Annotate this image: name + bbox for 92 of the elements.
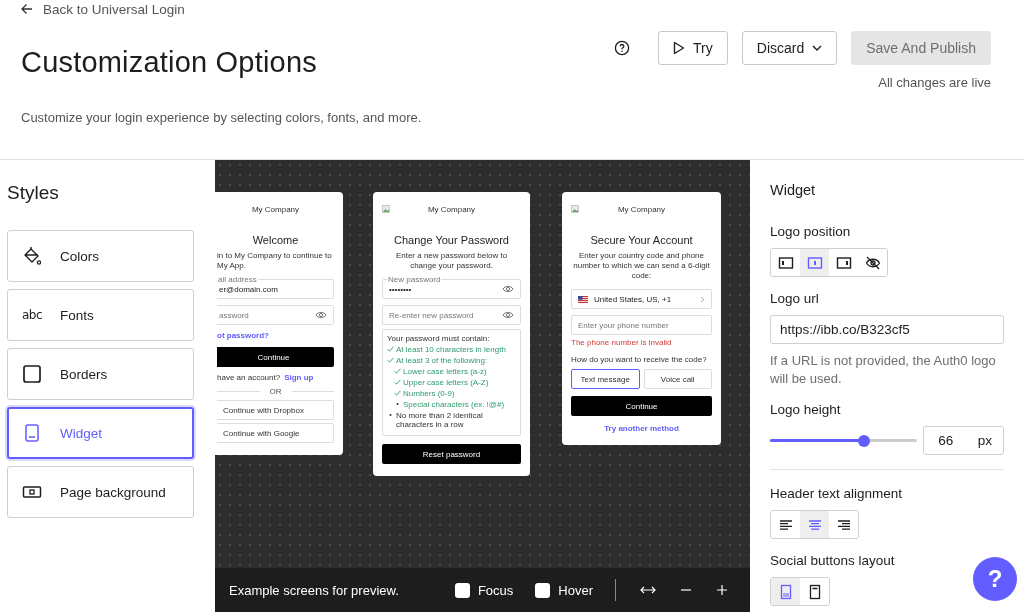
field-label: Social buttons layout [770, 553, 896, 568]
card-title: Secure Your Account [589, 234, 694, 246]
requirements-heading: Your password must contain: [387, 334, 491, 343]
logo-left-icon [777, 254, 794, 271]
slider-thumb[interactable] [858, 434, 871, 447]
panel-title: Widget [770, 182, 817, 198]
continue-button[interactable]: Continue [571, 396, 712, 416]
page-subtitle: Customize your login experience by selecting colors, fonts, and more. [21, 110, 422, 125]
height-input[interactable]: 66 px [923, 426, 1004, 455]
abc-icon: abc [22, 308, 42, 322]
card-description: Enter your country code and phone number to which we can send a 6-digit code: [572, 251, 711, 281]
select-value: United States, US, +1 [594, 294, 673, 304]
unit-label: px [977, 433, 992, 448]
eye-icon[interactable] [315, 310, 327, 320]
style-menu-item[interactable]: Widget [7, 407, 194, 459]
flag-icon [578, 295, 588, 303]
field-label: New password [387, 275, 442, 284]
help-button[interactable]: ? [973, 557, 1017, 601]
style-menu-item[interactable]: Page background [7, 466, 194, 518]
requirement-text: Lower case letters (a-z) [403, 367, 487, 376]
zoom-in-icon[interactable] [716, 584, 728, 596]
social-login-button[interactable]: Continue with Dropbox [217, 400, 334, 420]
error-message: The phone number is invalid [571, 338, 673, 347]
signup-prompt: have an account? [217, 373, 281, 382]
chevron-right-icon [700, 295, 705, 303]
requirement-text: At least 3 of the following: [396, 356, 488, 365]
field-label: ail address [217, 275, 258, 284]
checkbox-label: Focus [477, 582, 514, 598]
requirement-text: Upper case letters (A-Z) [403, 378, 489, 387]
requirement-text: Numbers (0-9) [403, 389, 455, 398]
company-name: My Company [251, 204, 300, 214]
style-menu-item[interactable]: Colors [7, 230, 194, 282]
card-question: How do you want to receive the code? [571, 355, 708, 364]
preview-caption: Example screens for preview. [229, 582, 399, 598]
try-another-method-link[interactable]: Try another method [571, 424, 712, 433]
helper-text: If a URL is not provided, the Auth0 logo will be used. [770, 352, 997, 388]
style-menu-item[interactable]: abc Fonts [7, 289, 194, 341]
field-placeholder: Enter your phone number [578, 320, 670, 330]
page-title: Customization Options [21, 46, 318, 79]
discard-button[interactable]: Discard [741, 31, 838, 65]
continue-button[interactable]: Continue [217, 347, 334, 367]
eye-icon[interactable] [502, 284, 514, 294]
checkbox[interactable] [535, 582, 551, 598]
company-name: My Company [427, 204, 476, 214]
field-placeholder: assword [219, 310, 250, 320]
method-option[interactable]: Voice call [643, 369, 712, 389]
field-value: •••••••• [389, 284, 413, 294]
card-title: Welcome [251, 234, 300, 246]
eye-icon[interactable] [502, 310, 514, 320]
checkbox-label: Hover [558, 582, 593, 598]
caret-icon [812, 45, 823, 51]
help-icon[interactable] [614, 40, 631, 56]
requirement-text: At least 10 characters in length [396, 345, 506, 354]
field-label: Logo height [770, 402, 842, 417]
country-select[interactable]: United States, US, +1 [571, 289, 712, 309]
checkbox[interactable] [454, 582, 470, 598]
slider-track[interactable] [770, 434, 918, 447]
logo-url-input[interactable]: https://ibb.co/B323cf5 [770, 315, 1004, 344]
try-button[interactable]: Try [658, 31, 728, 65]
card-description: in to My Company to continue to My App. [217, 251, 333, 271]
field-value: er@domain.com [219, 284, 279, 294]
method-option[interactable]: Text message [571, 369, 640, 389]
paint-bucket-icon [22, 246, 42, 266]
hidden-icon [864, 254, 881, 271]
field-label: Header text alignment [770, 486, 904, 501]
card-title: Change Your Password [393, 234, 510, 246]
widget-icon [22, 423, 42, 443]
requirement-text: No more than 2 identical characters in a row [396, 411, 484, 429]
play-icon [673, 41, 686, 55]
fit-width-icon[interactable] [640, 585, 656, 595]
input-field[interactable]: Enter your phone number [571, 315, 712, 335]
separator-text: OR [269, 387, 282, 396]
input-field[interactable]: assword [217, 305, 334, 325]
requirement-text: Special characters (ex. !@#) [403, 400, 505, 409]
status-text: All changes are live [878, 75, 991, 90]
logo-center-icon [806, 254, 823, 271]
field-placeholder: Re-enter new password [389, 310, 475, 320]
sidebar-title: Styles [7, 182, 60, 204]
back-link[interactable]: Back to Universal Login [21, 1, 422, 17]
signup-link[interactable]: Sign up [284, 373, 314, 382]
continue-button[interactable]: Reset password [382, 444, 521, 464]
square-icon [22, 364, 42, 384]
social-login-button[interactable]: Continue with Google [217, 423, 334, 443]
forgot-password-link[interactable]: ot password? [217, 331, 334, 340]
card-description: Enter a new password below to change your password. [394, 251, 509, 271]
style-menu-item[interactable]: Borders [7, 348, 194, 400]
arrow-left-icon [21, 3, 33, 15]
logo-right-icon [835, 254, 852, 271]
field-label: Logo url [770, 291, 820, 306]
company-name: My Company [617, 204, 666, 214]
input-field[interactable]: Re-enter new password [382, 305, 521, 325]
field-label: Logo position [770, 224, 852, 239]
